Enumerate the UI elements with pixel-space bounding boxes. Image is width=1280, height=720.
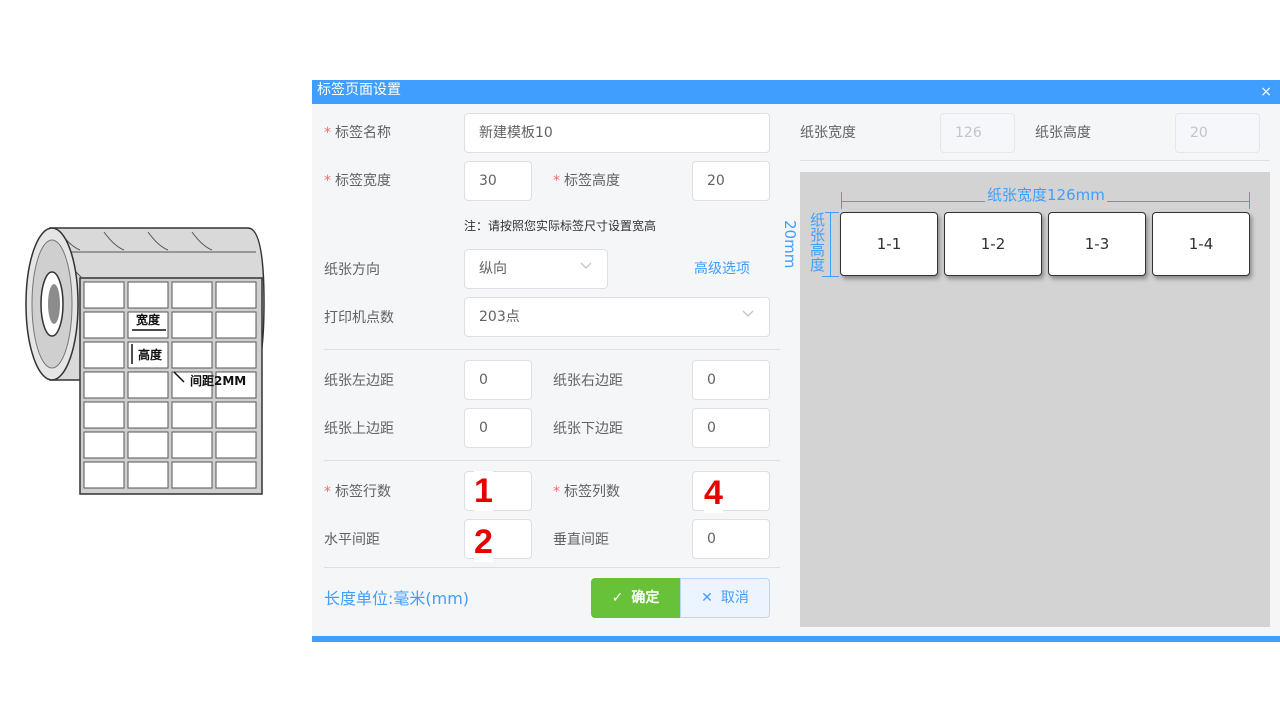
cancel-label: 取消 [720,590,749,606]
illustration-height-label: 高度 [138,347,163,362]
required-mark: * [324,173,331,189]
height-dimension-line [830,212,831,276]
preview-height-text: 纸张高度 [808,212,826,272]
required-mark: * [553,173,560,189]
label-height-label: * 标签高度 [553,171,620,191]
label-height-text: 标签高度 [564,173,620,189]
preview-cell: 1-4 [1152,212,1250,276]
label-name-text: 标签名称 [335,125,391,141]
label-roll-illustration: 宽度 高度 间距2MM [20,220,270,505]
paper-width-input[interactable]: 126 [940,113,1015,153]
divider [324,460,780,461]
paper-direction-select[interactable]: 纵向 [464,249,608,289]
preview-cell: 1-3 [1048,212,1146,276]
divider [324,567,780,568]
preview-width-text: 纸张宽度126mm [985,186,1107,204]
margin-right-input[interactable]: 0 [692,360,770,400]
close-icon: ✕ [701,590,713,606]
cancel-button[interactable]: ✕ 取消 [680,578,770,618]
dialog-bottom-bar [312,636,1280,642]
chevron-down-icon [580,262,592,269]
margin-bottom-input[interactable]: 0 [692,408,770,448]
cols-value: 4 [704,473,723,513]
cols-label: * 标签列数 [553,482,620,502]
margin-top-label: 纸张上边距 [324,421,394,437]
rows-text: 标签行数 [335,484,391,500]
printer-dpi-value: 203点 [479,309,520,325]
printer-dpi-select[interactable]: 203点 [464,297,770,337]
paper-height-label: 纸张高度 [1035,125,1091,141]
label-width-input[interactable]: 30 [464,161,532,201]
h-gap-value: 2 [474,522,493,562]
illustration-width-label: 宽度 [135,312,161,327]
margin-left-label: 纸张左边距 [324,373,394,389]
dialog-titlebar: 标签页面设置 × [312,80,1280,104]
label-width-label: * 标签宽度 [324,171,391,191]
margin-top-input[interactable]: 0 [464,408,532,448]
divider [800,160,1270,161]
label-name-input[interactable]: 新建模板10 [464,113,770,153]
v-gap-input[interactable]: 0 [692,519,770,559]
check-icon: ✓ [611,590,624,606]
height-dimension-tick [822,276,839,277]
required-mark: * [324,484,331,500]
divider [324,349,780,350]
chevron-down-icon [742,310,754,317]
label-height-input[interactable]: 20 [692,161,770,201]
preview-height-value: 20mm [781,220,799,269]
confirm-button[interactable]: ✓ 确定 [591,578,680,618]
required-mark: * [553,484,560,500]
label-width-text: 标签宽度 [335,173,391,189]
length-unit-text: 长度单位:毫米(mm) [324,589,470,608]
rows-value: 1 [474,471,493,511]
label-name-label: * 标签名称 [324,123,391,143]
cols-text: 标签列数 [564,484,620,500]
confirm-label: 确定 [631,590,660,606]
margin-bottom-label: 纸张下边距 [553,421,623,437]
rows-label: * 标签行数 [324,482,391,502]
required-mark: * [324,125,331,141]
paper-width-label: 纸张宽度 [800,125,856,141]
size-note: 注：请按照您实际标签尺寸设置宽高 [464,219,657,233]
paper-direction-label: 纸张方向 [324,262,380,278]
h-gap-label: 水平间距 [324,532,380,548]
illustration-gap-label: 间距2MM [190,373,246,388]
preview-cell: 1-2 [944,212,1042,276]
printer-dpi-label: 打印机点数 [324,310,394,326]
paper-direction-value: 纵向 [479,261,507,277]
width-dimension-tick [1249,192,1250,209]
advanced-options-link[interactable]: 高级选项 [694,259,750,279]
v-gap-label: 垂直间距 [553,532,609,548]
paper-height-input[interactable]: 20 [1175,113,1260,153]
close-icon[interactable]: × [1260,84,1272,100]
preview-cell: 1-1 [840,212,938,276]
label-preview: 纸张宽度126mm 纸张高度 1-1 1-2 1-3 1-4 [800,172,1270,627]
label-page-settings-dialog: 标签页面设置 × * 标签名称 新建模板10 * 标签宽度 30 * 标签高度 20 … [312,80,1280,642]
dialog-title: 标签页面设置 [317,82,401,98]
margin-right-label: 纸张右边距 [553,373,623,389]
margin-left-input[interactable]: 0 [464,360,532,400]
